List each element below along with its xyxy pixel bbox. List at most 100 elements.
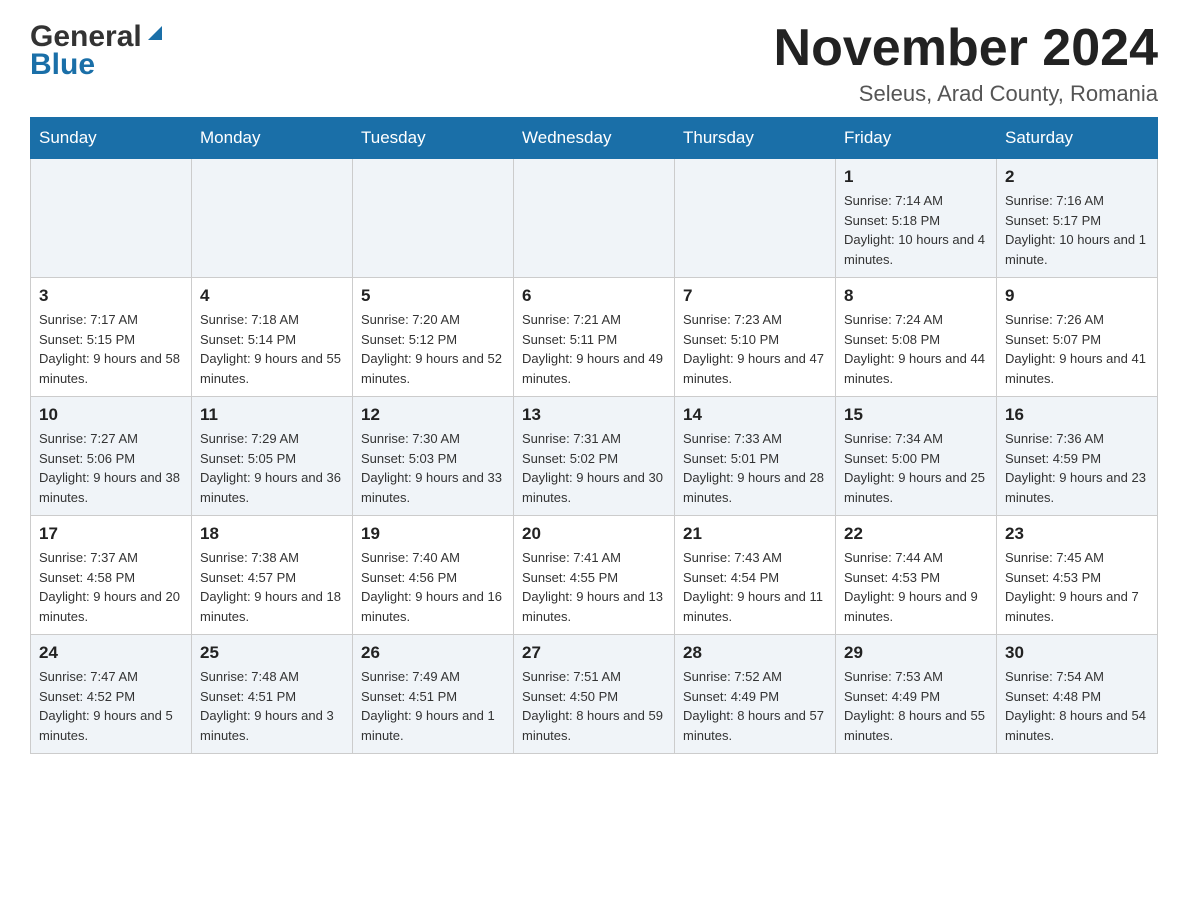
day-number: 3: [39, 286, 183, 306]
day-info: Sunrise: 7:52 AMSunset: 4:49 PMDaylight:…: [683, 667, 827, 745]
page-header: General Blue November 2024 Seleus, Arad …: [30, 20, 1158, 107]
calendar-cell: 22Sunrise: 7:44 AMSunset: 4:53 PMDayligh…: [836, 516, 997, 635]
calendar-cell: 28 Sunrise: 7:52 AMSunset: 4:49 PMDayligh…: [675, 635, 836, 754]
week-row-1: 1 Sunrise: 7:14 AMSunset: 5:18 PMDaylight…: [31, 159, 1158, 278]
day-info: Sunrise: 7:26 AMSunset: 5:07 PMDaylight:…: [1005, 310, 1149, 388]
day-info: Sunrise: 7:45 AMSunset: 4:53 PMDaylight:…: [1005, 548, 1149, 626]
calendar-cell: 18 Sunrise: 7:38 AMSunset: 4:57 PMDayligh…: [192, 516, 353, 635]
calendar-cell: 3Sunrise: 7:17 AMSunset: 5:15 PMDaylight…: [31, 278, 192, 397]
day-info: Sunrise: 7:38 AMSunset: 4:57 PMDaylight:…: [200, 548, 344, 626]
day-number: 24: [39, 643, 183, 663]
day-info: Sunrise: 7:48 AMSunset: 4:51 PMDaylight:…: [200, 667, 344, 745]
calendar-cell: [192, 159, 353, 278]
day-headers-row: SundayMondayTuesdayWednesdayThursdayFrid…: [31, 118, 1158, 159]
day-number: 18: [200, 524, 344, 544]
header-sunday: Sunday: [31, 118, 192, 159]
day-number: 21: [683, 524, 827, 544]
calendar-cell: 13 Sunrise: 7:31 AMSunset: 5:02 PMDayligh…: [514, 397, 675, 516]
day-info: Sunrise: 7:44 AMSunset: 4:53 PMDaylight:…: [844, 548, 988, 626]
header-thursday: Thursday: [675, 118, 836, 159]
day-info: Sunrise: 7:47 AMSunset: 4:52 PMDaylight:…: [39, 667, 183, 745]
calendar-cell: 5Sunrise: 7:20 AMSunset: 5:12 PMDaylight…: [353, 278, 514, 397]
header-saturday: Saturday: [997, 118, 1158, 159]
calendar-header: SundayMondayTuesdayWednesdayThursdayFrid…: [31, 118, 1158, 159]
calendar-cell: 26 Sunrise: 7:49 AMSunset: 4:51 PMDayligh…: [353, 635, 514, 754]
logo-blue-text: Blue: [30, 48, 95, 82]
day-number: 29: [844, 643, 988, 663]
day-number: 15: [844, 405, 988, 425]
day-number: 4: [200, 286, 344, 306]
day-info: Sunrise: 7:54 AMSunset: 4:48 PMDaylight:…: [1005, 667, 1149, 745]
logo: General Blue: [30, 20, 166, 82]
day-info: Sunrise: 7:37 AMSunset: 4:58 PMDaylight:…: [39, 548, 183, 626]
day-number: 27: [522, 643, 666, 663]
day-info: Sunrise: 7:27 AMSunset: 5:06 PMDaylight:…: [39, 429, 183, 507]
header-tuesday: Tuesday: [353, 118, 514, 159]
day-info: Sunrise: 7:33 AMSunset: 5:01 PMDaylight:…: [683, 429, 827, 507]
day-info: Sunrise: 7:30 AMSunset: 5:03 PMDaylight:…: [361, 429, 505, 507]
calendar-cell: 16 Sunrise: 7:36 AMSunset: 4:59 PMDayligh…: [997, 397, 1158, 516]
calendar-cell: 1 Sunrise: 7:14 AMSunset: 5:18 PMDaylight…: [836, 159, 997, 278]
day-number: 20: [522, 524, 666, 544]
location-subtitle: Seleus, Arad County, Romania: [774, 81, 1158, 107]
day-number: 28: [683, 643, 827, 663]
day-number: 16: [1005, 405, 1149, 425]
calendar-cell: 7Sunrise: 7:23 AMSunset: 5:10 PMDaylight…: [675, 278, 836, 397]
day-number: 13: [522, 405, 666, 425]
calendar-cell: 8 Sunrise: 7:24 AMSunset: 5:08 PMDaylight…: [836, 278, 997, 397]
week-row-2: 3Sunrise: 7:17 AMSunset: 5:15 PMDaylight…: [31, 278, 1158, 397]
calendar-cell: 29 Sunrise: 7:53 AMSunset: 4:49 PMDayligh…: [836, 635, 997, 754]
calendar-cell: 17 Sunrise: 7:37 AMSunset: 4:58 PMDayligh…: [31, 516, 192, 635]
day-number: 2: [1005, 167, 1149, 187]
day-number: 26: [361, 643, 505, 663]
day-number: 19: [361, 524, 505, 544]
calendar-cell: 14Sunrise: 7:33 AMSunset: 5:01 PMDayligh…: [675, 397, 836, 516]
day-number: 7: [683, 286, 827, 306]
calendar-cell: 24 Sunrise: 7:47 AMSunset: 4:52 PMDayligh…: [31, 635, 192, 754]
calendar-cell: [353, 159, 514, 278]
calendar-cell: 11Sunrise: 7:29 AMSunset: 5:05 PMDayligh…: [192, 397, 353, 516]
day-number: 25: [200, 643, 344, 663]
day-info: Sunrise: 7:49 AMSunset: 4:51 PMDaylight:…: [361, 667, 505, 745]
calendar-cell: 21 Sunrise: 7:43 AMSunset: 4:54 PMDayligh…: [675, 516, 836, 635]
calendar-cell: 6Sunrise: 7:21 AMSunset: 5:11 PMDaylight…: [514, 278, 675, 397]
calendar-cell: 20Sunrise: 7:41 AMSunset: 4:55 PMDayligh…: [514, 516, 675, 635]
calendar-cell: 25 Sunrise: 7:48 AMSunset: 4:51 PMDayligh…: [192, 635, 353, 754]
day-number: 17: [39, 524, 183, 544]
day-info: Sunrise: 7:20 AMSunset: 5:12 PMDaylight:…: [361, 310, 505, 388]
day-number: 10: [39, 405, 183, 425]
week-row-4: 17 Sunrise: 7:37 AMSunset: 4:58 PMDayligh…: [31, 516, 1158, 635]
day-number: 9: [1005, 286, 1149, 306]
calendar-cell: [31, 159, 192, 278]
calendar-cell: 23Sunrise: 7:45 AMSunset: 4:53 PMDayligh…: [997, 516, 1158, 635]
day-info: Sunrise: 7:14 AMSunset: 5:18 PMDaylight:…: [844, 191, 988, 269]
header-wednesday: Wednesday: [514, 118, 675, 159]
day-info: Sunrise: 7:29 AMSunset: 5:05 PMDaylight:…: [200, 429, 344, 507]
day-number: 1: [844, 167, 988, 187]
calendar-cell: 30 Sunrise: 7:54 AMSunset: 4:48 PMDayligh…: [997, 635, 1158, 754]
day-number: 8: [844, 286, 988, 306]
calendar-cell: 27 Sunrise: 7:51 AMSunset: 4:50 PMDayligh…: [514, 635, 675, 754]
week-row-3: 10 Sunrise: 7:27 AMSunset: 5:06 PMDayligh…: [31, 397, 1158, 516]
day-info: Sunrise: 7:31 AMSunset: 5:02 PMDaylight:…: [522, 429, 666, 507]
month-title: November 2024: [774, 20, 1158, 77]
week-row-5: 24 Sunrise: 7:47 AMSunset: 4:52 PMDayligh…: [31, 635, 1158, 754]
header-monday: Monday: [192, 118, 353, 159]
calendar-cell: 15 Sunrise: 7:34 AMSunset: 5:00 PMDayligh…: [836, 397, 997, 516]
calendar-cell: 2Sunrise: 7:16 AMSunset: 5:17 PMDaylight…: [997, 159, 1158, 278]
day-info: Sunrise: 7:36 AMSunset: 4:59 PMDaylight:…: [1005, 429, 1149, 507]
calendar-body: 1 Sunrise: 7:14 AMSunset: 5:18 PMDaylight…: [31, 159, 1158, 754]
calendar-cell: 10 Sunrise: 7:27 AMSunset: 5:06 PMDayligh…: [31, 397, 192, 516]
day-info: Sunrise: 7:51 AMSunset: 4:50 PMDaylight:…: [522, 667, 666, 745]
calendar-cell: 9 Sunrise: 7:26 AMSunset: 5:07 PMDaylight…: [997, 278, 1158, 397]
day-info: Sunrise: 7:43 AMSunset: 4:54 PMDaylight:…: [683, 548, 827, 626]
header-friday: Friday: [836, 118, 997, 159]
calendar-cell: [675, 159, 836, 278]
calendar-cell: 4Sunrise: 7:18 AMSunset: 5:14 PMDaylight…: [192, 278, 353, 397]
day-info: Sunrise: 7:34 AMSunset: 5:00 PMDaylight:…: [844, 429, 988, 507]
logo-triangle-icon: [144, 22, 166, 44]
day-number: 30: [1005, 643, 1149, 663]
day-info: Sunrise: 7:40 AMSunset: 4:56 PMDaylight:…: [361, 548, 505, 626]
day-info: Sunrise: 7:53 AMSunset: 4:49 PMDaylight:…: [844, 667, 988, 745]
day-info: Sunrise: 7:24 AMSunset: 5:08 PMDaylight:…: [844, 310, 988, 388]
